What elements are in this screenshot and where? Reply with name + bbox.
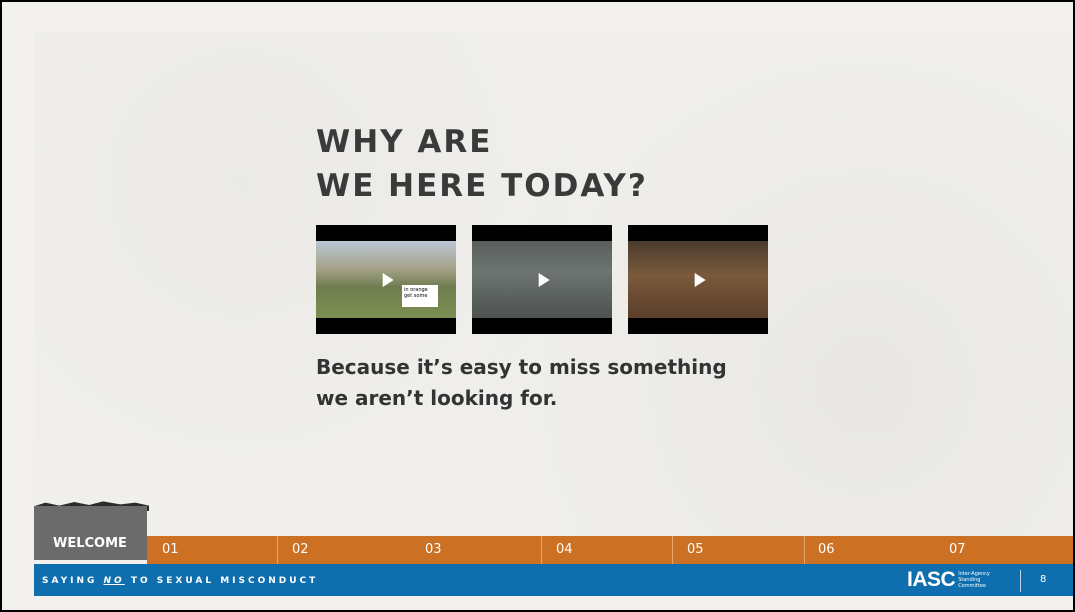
nav-separator — [804, 536, 805, 564]
nav-welcome-tab[interactable]: WELCOME — [34, 506, 147, 560]
logo-subtitle: Inter-Agency Standing Committee — [958, 571, 990, 589]
video-thumbnail-1[interactable]: in orange get some — [316, 225, 456, 334]
iasc-logo: IASC Inter-Agency Standing Committee — [907, 568, 990, 592]
nav-item-05[interactable]: 05 — [687, 536, 704, 564]
video-sign: in orange get some — [402, 285, 438, 307]
nav-separator — [541, 536, 542, 564]
nav-item-03[interactable]: 03 — [425, 536, 442, 564]
nav-separator — [277, 536, 278, 564]
video-thumbnail-2[interactable] — [472, 225, 612, 334]
caption-line-2: we aren’t looking for. — [316, 386, 558, 410]
page-number: 8 — [1040, 574, 1047, 585]
nav-item-06[interactable]: 06 — [818, 536, 835, 564]
nav-item-02[interactable]: 02 — [292, 536, 309, 564]
slide-title: WHY ARE WE HERE TODAY? — [316, 120, 648, 208]
logo-wordmark: IASC — [907, 568, 956, 591]
slide-caption: Because it’s easy to miss something we a… — [316, 352, 786, 414]
title-line-1: WHY ARE — [316, 124, 493, 160]
nav-item-01[interactable]: 01 — [162, 536, 179, 564]
footer-text-start: SAYING — [42, 576, 104, 586]
caption-line-1: Because it’s easy to miss something — [316, 355, 727, 379]
slide: WHY ARE WE HERE TODAY? in orange get som… — [0, 0, 1075, 612]
section-nav-bar — [147, 536, 1073, 564]
play-icon[interactable] — [694, 272, 706, 287]
nav-separator — [672, 536, 673, 564]
video-thumbnail-3[interactable] — [628, 225, 768, 334]
footer-tagline: SAYING NO TO SEXUAL MISCONDUCT — [42, 574, 318, 588]
nav-item-07[interactable]: 07 — [949, 536, 966, 564]
page-number-divider — [1020, 570, 1021, 592]
footer-text-emphasis: NO — [103, 576, 125, 586]
title-line-2: WE HERE TODAY? — [316, 168, 648, 204]
footer-text-end: TO SEXUAL MISCONDUCT — [124, 576, 319, 586]
logo-sub-line-3: Committee — [958, 583, 986, 589]
play-icon[interactable] — [538, 272, 550, 287]
play-icon[interactable] — [382, 272, 394, 287]
nav-item-04[interactable]: 04 — [556, 536, 573, 564]
